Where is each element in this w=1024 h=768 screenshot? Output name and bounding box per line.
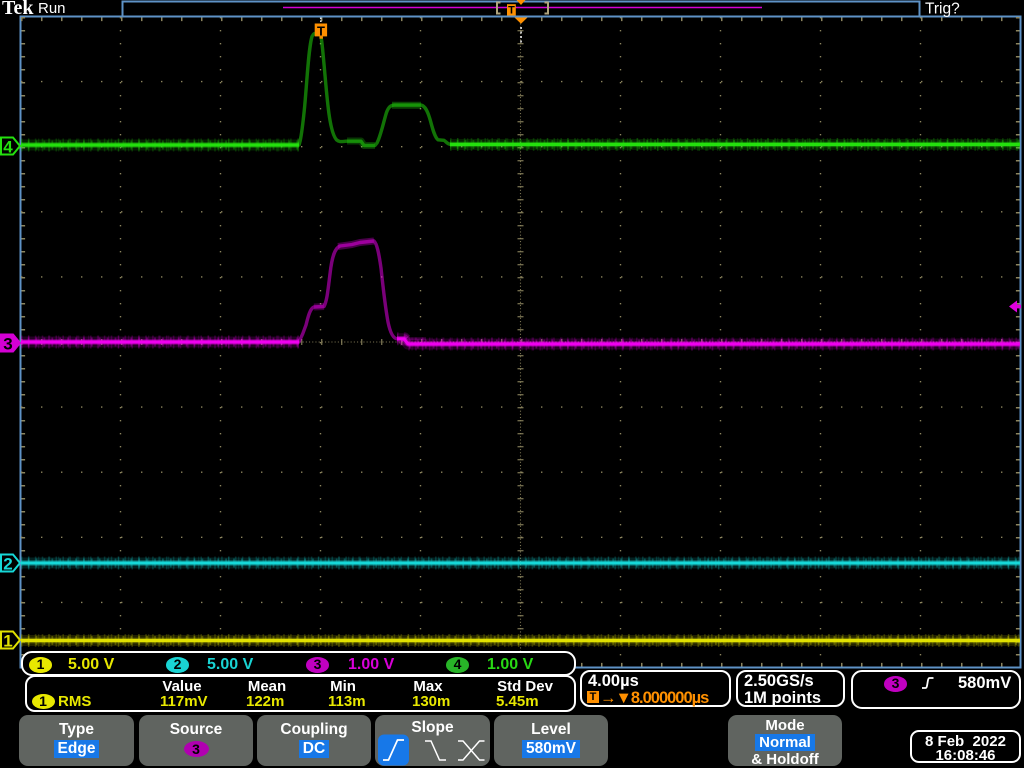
svg-text:3: 3 bbox=[3, 335, 12, 354]
svg-text:T: T bbox=[317, 23, 325, 38]
svg-text:Tek: Tek bbox=[2, 0, 34, 19]
svg-text:Run: Run bbox=[38, 0, 66, 17]
svg-text:T: T bbox=[508, 5, 515, 17]
svg-text:2: 2 bbox=[3, 555, 12, 574]
svg-text:Trig?: Trig? bbox=[925, 1, 960, 18]
svg-text:1: 1 bbox=[3, 632, 12, 651]
svg-text:4: 4 bbox=[3, 138, 13, 157]
